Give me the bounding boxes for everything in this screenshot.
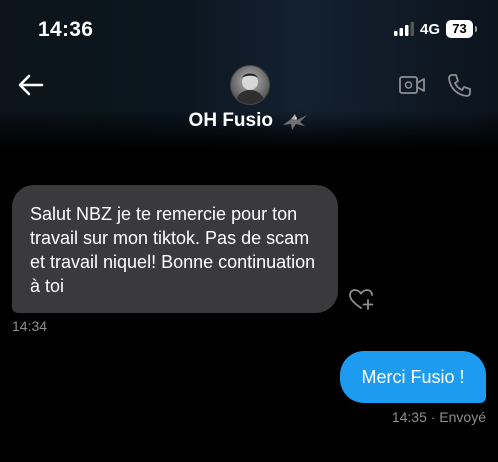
status-time: 14:36 [38,18,94,41]
incoming-timestamp: 14:34 [12,318,48,334]
bird-emoji-icon [283,114,308,130]
avatar-image [235,73,265,104]
conversation-header: OH Fusio [0,60,498,150]
status-bar: 14:36 4G 73 [0,0,498,60]
outgoing-message-bubble[interactable]: Merci Fusio ! [340,351,486,403]
heart-plus-icon[interactable] [348,287,376,311]
contact-name: OH Fusio [188,110,273,131]
signal-icon [394,22,414,36]
outgoing-timestamp-status: 14:35 · Envoyé [391,409,486,425]
outgoing-message-text: Merci Fusio ! [361,367,465,387]
battery-level: 73 [446,20,473,38]
contact-name-row[interactable]: OH Fusio [0,110,498,132]
battery-tip [475,26,477,32]
avatar[interactable] [230,65,270,105]
incoming-message-bubble[interactable]: Salut NBZ je te remercie pour ton travai… [12,185,338,313]
phone-icon[interactable] [446,72,472,98]
back-arrow-icon[interactable] [16,72,46,98]
battery-icon: 73 [446,20,478,38]
incoming-message-text: Salut NBZ je te remercie pour ton travai… [30,204,316,296]
video-camera-icon[interactable] [398,74,426,96]
network-type: 4G [420,21,441,38]
